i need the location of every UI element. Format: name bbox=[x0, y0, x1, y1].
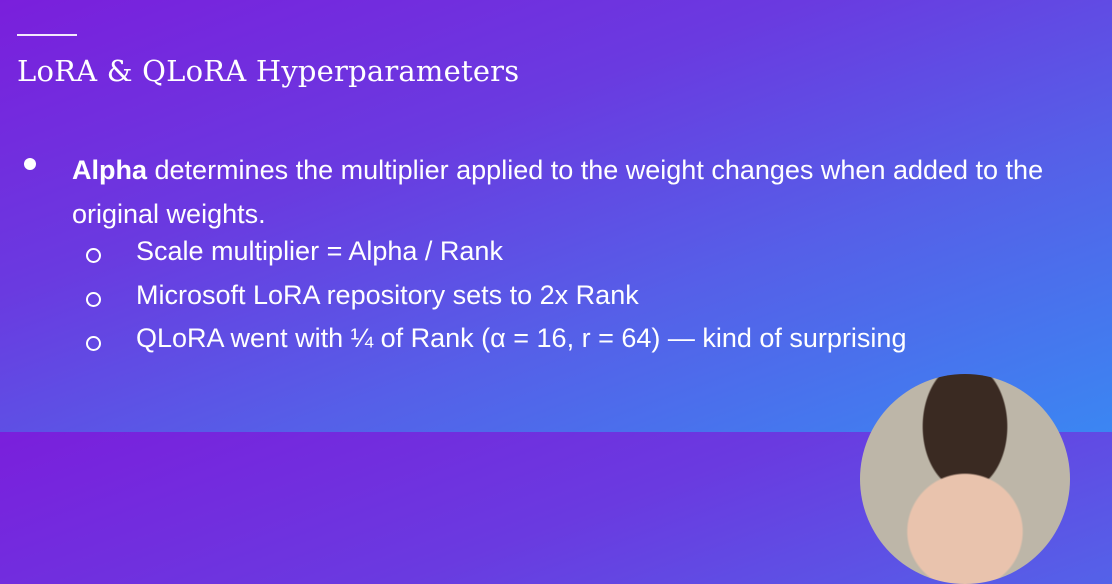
title-rule bbox=[17, 34, 77, 36]
bullet-bold: Alpha bbox=[72, 155, 148, 185]
slide-title: LoRA & QLoRA Hyperparameters bbox=[17, 54, 520, 88]
bullet-dot-icon bbox=[24, 158, 36, 170]
bullet-text: determines the multiplier applied to the… bbox=[72, 155, 1044, 229]
bullet-alpha: Alpha determines the multiplier applied … bbox=[72, 148, 1102, 236]
sub-bullet: QLoRA went with ¼ of Rank (α = 16, r = 6… bbox=[136, 323, 907, 353]
sub-bullet-circle-icon bbox=[86, 292, 101, 307]
sub-bullet: Scale multiplier = Alpha / Rank bbox=[136, 236, 503, 266]
sub-bullet-circle-icon bbox=[86, 248, 101, 263]
sub-bullet-circle-icon bbox=[86, 336, 101, 351]
presenter-webcam bbox=[860, 374, 1070, 584]
sub-bullet: Microsoft LoRA repository sets to 2x Ran… bbox=[136, 280, 639, 310]
